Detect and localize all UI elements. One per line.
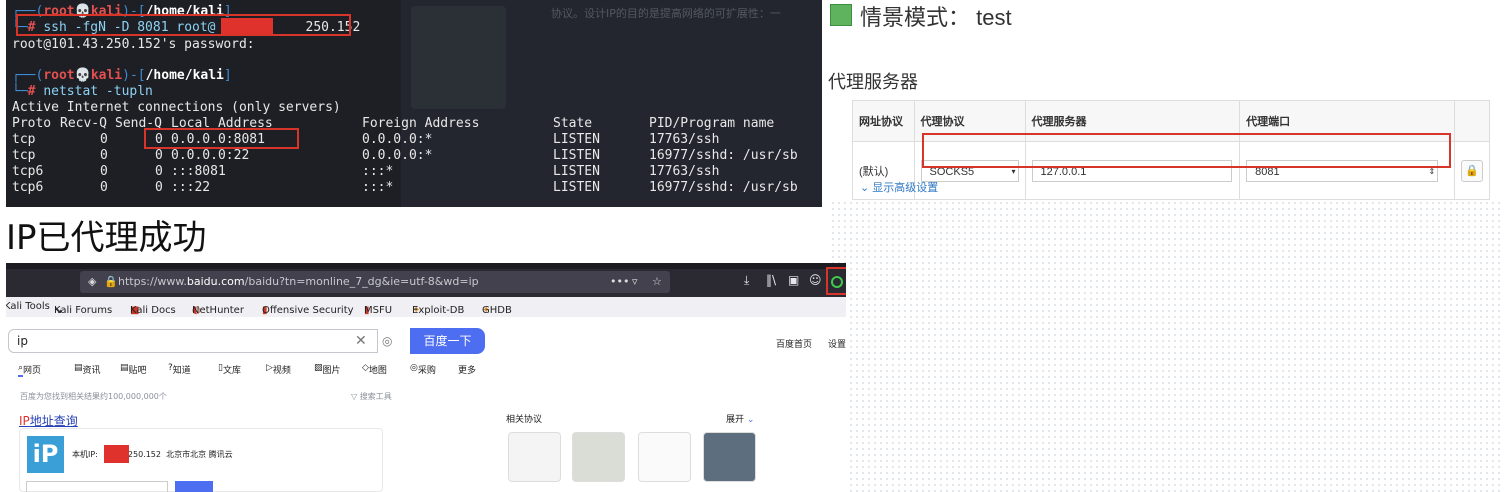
tab-zhidao[interactable]: ? 知道 bbox=[168, 363, 191, 376]
password-prompt: root@101.43.250.152's password: bbox=[12, 37, 255, 52]
search-button[interactable]: 百度一下 bbox=[410, 328, 485, 354]
tab-wenku[interactable]: ▯ 文库 bbox=[218, 363, 241, 376]
related-thumbnail[interactable] bbox=[638, 432, 691, 482]
dotted-background bbox=[830, 200, 1504, 492]
pocket-icon[interactable]: ▿ bbox=[632, 271, 638, 293]
search-input[interactable]: ip bbox=[8, 329, 378, 353]
highlight-box-extension bbox=[826, 267, 846, 295]
address-bar[interactable]: ◈ 🔒 https://www.baidu.com/baidu?tn=monli… bbox=[80, 271, 670, 293]
lock-icon[interactable]: 🔒 bbox=[1461, 159, 1483, 182]
sidebar-icon[interactable]: ▣ bbox=[788, 273, 799, 287]
terminal-window: 协议。设计IP的目的是提高网络的可扩展性：一 ┌──(root💀kali)-[/… bbox=[6, 0, 822, 207]
chevron-down-icon: ⌄ bbox=[746, 415, 755, 425]
background-article-ghost: 协议。设计IP的目的是提高网络的可扩展性：一 bbox=[401, 0, 822, 207]
highlight-box-ssh bbox=[16, 14, 351, 36]
star-icon[interactable]: ☆ bbox=[652, 271, 662, 293]
shield-icon: ◈ bbox=[88, 275, 97, 288]
camera-icon[interactable]: ◎ bbox=[382, 334, 392, 348]
tab-maps[interactable]: ◇ 地图 bbox=[362, 363, 387, 376]
more-icon[interactable]: ••• bbox=[610, 271, 629, 293]
related-thumbnail[interactable] bbox=[703, 432, 756, 482]
library-icon[interactable]: ‖\ bbox=[766, 273, 776, 287]
related-thumbnail[interactable] bbox=[508, 432, 561, 482]
settings-link[interactable]: 设置 bbox=[828, 337, 846, 350]
highlight-box-proxy bbox=[922, 133, 1451, 168]
search-tools[interactable]: ▽ 搜索工具 bbox=[351, 391, 392, 402]
advanced-settings-link[interactable]: ⌄ 显示高级设置 bbox=[860, 179, 938, 195]
col-header: 网址协议 bbox=[852, 100, 915, 142]
redaction-bar bbox=[104, 445, 129, 463]
prompt-line-2: ┌──(root💀kali)-[/home/kali] bbox=[12, 68, 232, 83]
tab-images[interactable]: ▨ 图片 bbox=[314, 363, 341, 376]
related-thumbnail[interactable] bbox=[572, 432, 625, 482]
proxy-extension-icon[interactable] bbox=[831, 276, 843, 288]
ip-query-button[interactable] bbox=[175, 481, 213, 492]
ghost-text: 协议。设计IP的目的是提高网络的可扩展性：一 bbox=[551, 7, 781, 20]
highlight-box-port bbox=[144, 128, 299, 149]
ip-logo-icon: iP bbox=[27, 436, 64, 473]
scene-color-swatch bbox=[830, 4, 852, 26]
tab-strip bbox=[6, 263, 846, 269]
result-count: 百度为您找到相关结果约100,000,000个 bbox=[20, 392, 167, 401]
related-title: 相关协议 bbox=[506, 415, 543, 425]
col-header-empty bbox=[1454, 100, 1490, 142]
tab-news[interactable]: ▤ 资讯 bbox=[74, 363, 101, 376]
tab-purchase[interactable]: ◎ 采购 bbox=[410, 363, 436, 376]
bookmarks-bar: Kali Tools ↘ Kali Forums ■ Kali Docs ◐ N… bbox=[6, 297, 846, 317]
tab-web[interactable]: ⌕ 网页 bbox=[18, 363, 41, 377]
download-icon[interactable]: ⤓ bbox=[744, 273, 749, 288]
lock-cell: 🔒 bbox=[1454, 141, 1490, 200]
ip-query-input[interactable] bbox=[26, 481, 168, 492]
skull-icon: 💀 bbox=[74, 68, 91, 83]
caption: IP已代理成功 bbox=[6, 218, 207, 258]
bookmark-item[interactable]: Kali Tools bbox=[6, 301, 50, 312]
close-icon[interactable]: ✕ bbox=[355, 333, 367, 349]
tab-more[interactable]: 更多 bbox=[458, 363, 476, 376]
proxy-heading: 代理服务器 bbox=[828, 72, 918, 92]
command-line-2: └─# netstat -tupln bbox=[12, 84, 153, 99]
home-link[interactable]: 百度首页 bbox=[776, 337, 812, 350]
ip-lookup-title[interactable]: IP地址查询 bbox=[19, 412, 78, 429]
netstat-title: Active Internet connections (only server… bbox=[12, 100, 341, 115]
browser-toolbar: ◈ 🔒 https://www.baidu.com/baidu?tn=monli… bbox=[6, 263, 846, 297]
ip-info: 本机IP: 250.152 北京市北京 腾讯云 bbox=[72, 450, 233, 459]
tab-video[interactable]: ▷ 视频 bbox=[266, 363, 291, 376]
ip-lookup-card: iP 本机IP: 250.152 北京市北京 腾讯云 bbox=[19, 428, 383, 492]
chevron-down-icon: ⌄ bbox=[860, 182, 870, 194]
ghost-logo bbox=[411, 6, 506, 109]
lock-icon: 🔒 bbox=[104, 275, 118, 288]
account-icon[interactable]: ☺ bbox=[809, 273, 822, 287]
filter-icon: ▽ bbox=[351, 392, 358, 401]
tab-tieba[interactable]: ▤ 贴吧 bbox=[120, 363, 147, 376]
url-text: https://www.baidu.com/baidu?tn=monline_7… bbox=[118, 275, 479, 288]
expand-link[interactable]: 展开 ⌄ bbox=[726, 412, 754, 425]
browser-window: ◈ 🔒 https://www.baidu.com/baidu?tn=monli… bbox=[6, 263, 846, 492]
scene-title: 情景模式： test bbox=[860, 5, 1012, 30]
